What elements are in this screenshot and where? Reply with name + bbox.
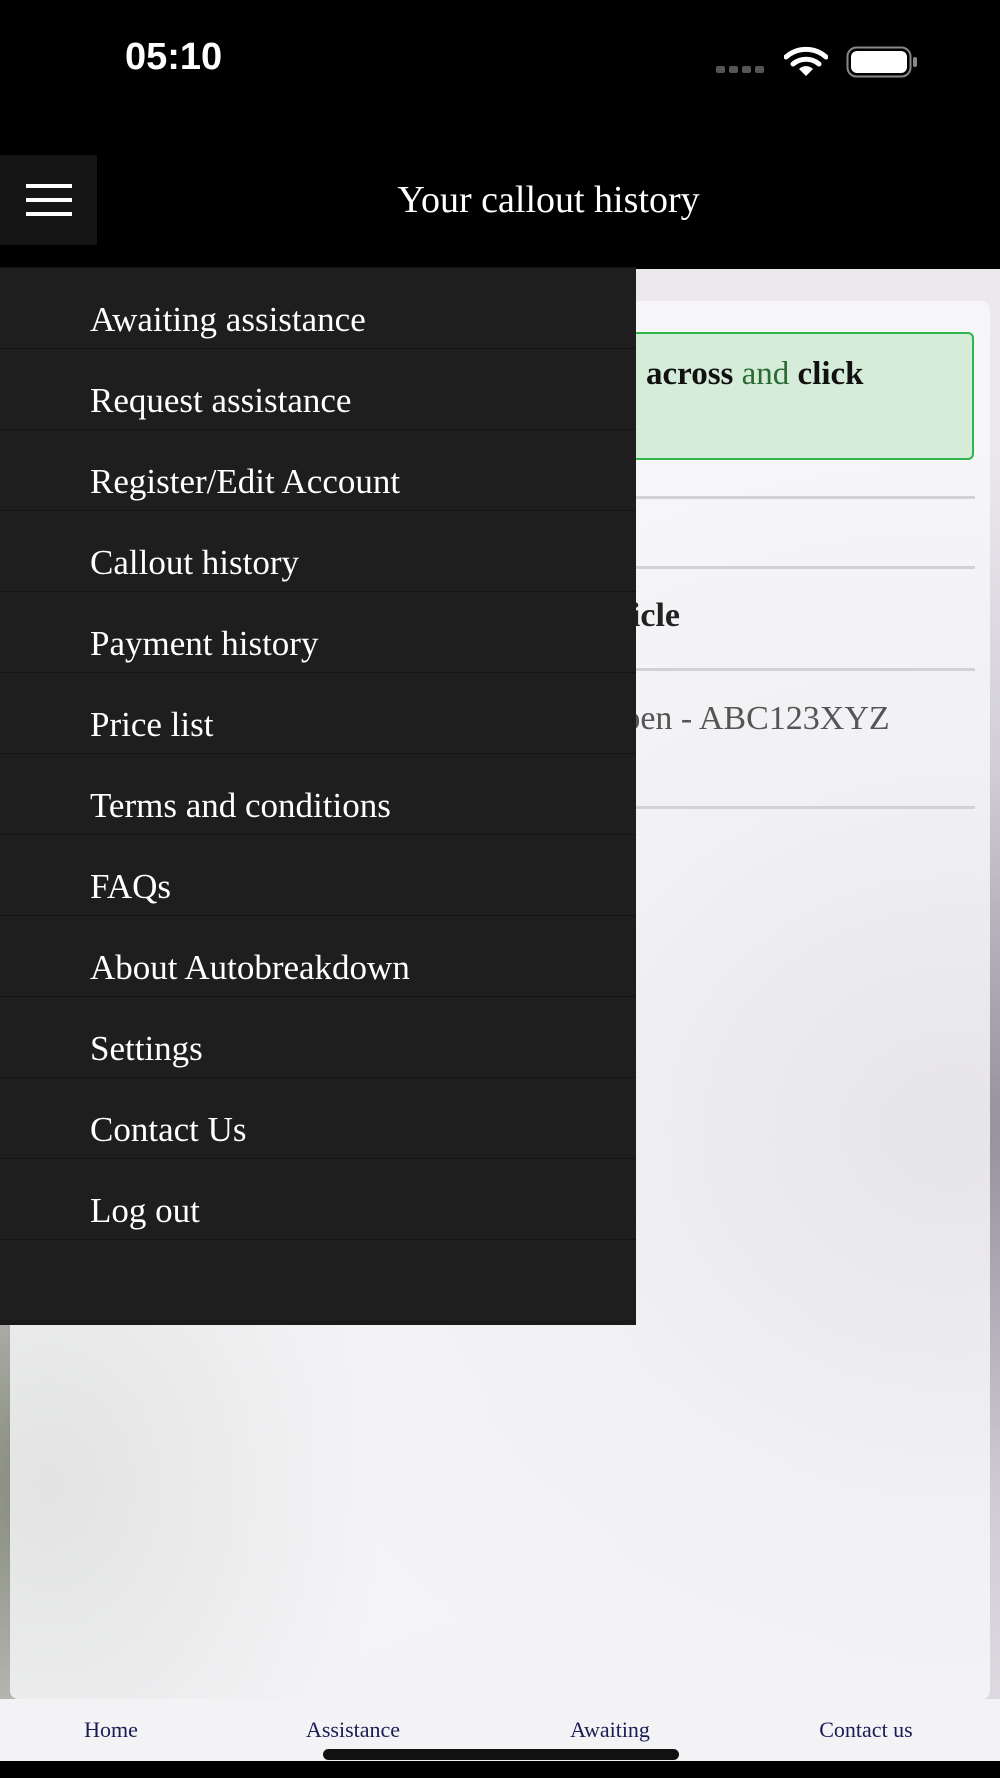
bottom-safe-area: [0, 1761, 1000, 1778]
drawer-item-about[interactable]: About Autobreakdown: [0, 915, 636, 996]
drawer-item-terms-and-conditions[interactable]: Terms and conditions: [0, 753, 636, 834]
page-title: Your callout history: [397, 179, 700, 221]
status-bar: 05:10: [0, 0, 1000, 130]
tab-awaiting[interactable]: Awaiting: [570, 1717, 650, 1743]
drawer-item-label: About Autobreakdown: [90, 948, 410, 987]
notice-text-click: click: [797, 356, 864, 392]
drawer-item-log-out[interactable]: Log out: [0, 1158, 636, 1239]
vehicle-value[interactable]: roen - ABC123XYZ: [612, 700, 890, 738]
divider: [612, 496, 975, 499]
drawer-item-awaiting-assistance[interactable]: Awaiting assistance: [0, 267, 636, 348]
home-indicator[interactable]: [323, 1749, 679, 1760]
tab-assistance[interactable]: Assistance: [306, 1717, 400, 1743]
wifi-icon: [784, 46, 828, 76]
drawer-item-payment-history[interactable]: Payment history: [0, 591, 636, 672]
tab-home[interactable]: Home: [84, 1717, 138, 1743]
drawer-item-label: Settings: [90, 1029, 203, 1068]
drawer-item-label: FAQs: [90, 867, 172, 906]
divider: [612, 806, 975, 809]
drawer-empty-item: [0, 1239, 636, 1320]
drawer-item-label: Price list: [90, 705, 214, 744]
battery-icon: [846, 46, 917, 78]
drawer-item-label: Terms and conditions: [90, 786, 391, 825]
cellular-signal-icon: [716, 66, 764, 73]
divider: [612, 566, 975, 569]
drawer-item-label: Request assistance: [90, 381, 352, 420]
menu-button[interactable]: [0, 155, 97, 245]
drawer-item-register-edit-account[interactable]: Register/Edit Account: [0, 429, 636, 510]
drawer-item-callout-history[interactable]: Callout history: [0, 510, 636, 591]
notice-text-and: and: [741, 356, 790, 392]
drawer-item-label: Contact Us: [90, 1110, 247, 1149]
drawer-item-price-list[interactable]: Price list: [0, 672, 636, 753]
drawer-item-label: Register/Edit Account: [90, 462, 401, 501]
divider: [612, 668, 975, 671]
notice-box: across and click: [612, 332, 974, 460]
drawer-item-faqs[interactable]: FAQs: [0, 834, 636, 915]
tab-contact-us[interactable]: Contact us: [819, 1717, 913, 1743]
drawer-item-contact-us[interactable]: Contact Us: [0, 1077, 636, 1158]
drawer-item-settings[interactable]: Settings: [0, 996, 636, 1077]
hamburger-menu-icon: [26, 184, 72, 216]
navigation-drawer: Awaiting assistance Request assistance R…: [0, 267, 636, 1325]
drawer-item-label: Log out: [90, 1191, 200, 1230]
drawer-item-label: Awaiting assistance: [90, 300, 366, 339]
status-time: 05:10: [125, 36, 223, 78]
drawer-item-request-assistance[interactable]: Request assistance: [0, 348, 636, 429]
notice-text-across: across: [646, 356, 734, 392]
app-header: Your callout history: [0, 130, 1000, 269]
drawer-item-label: Callout history: [90, 543, 300, 582]
drawer-item-label: Payment history: [90, 624, 319, 663]
